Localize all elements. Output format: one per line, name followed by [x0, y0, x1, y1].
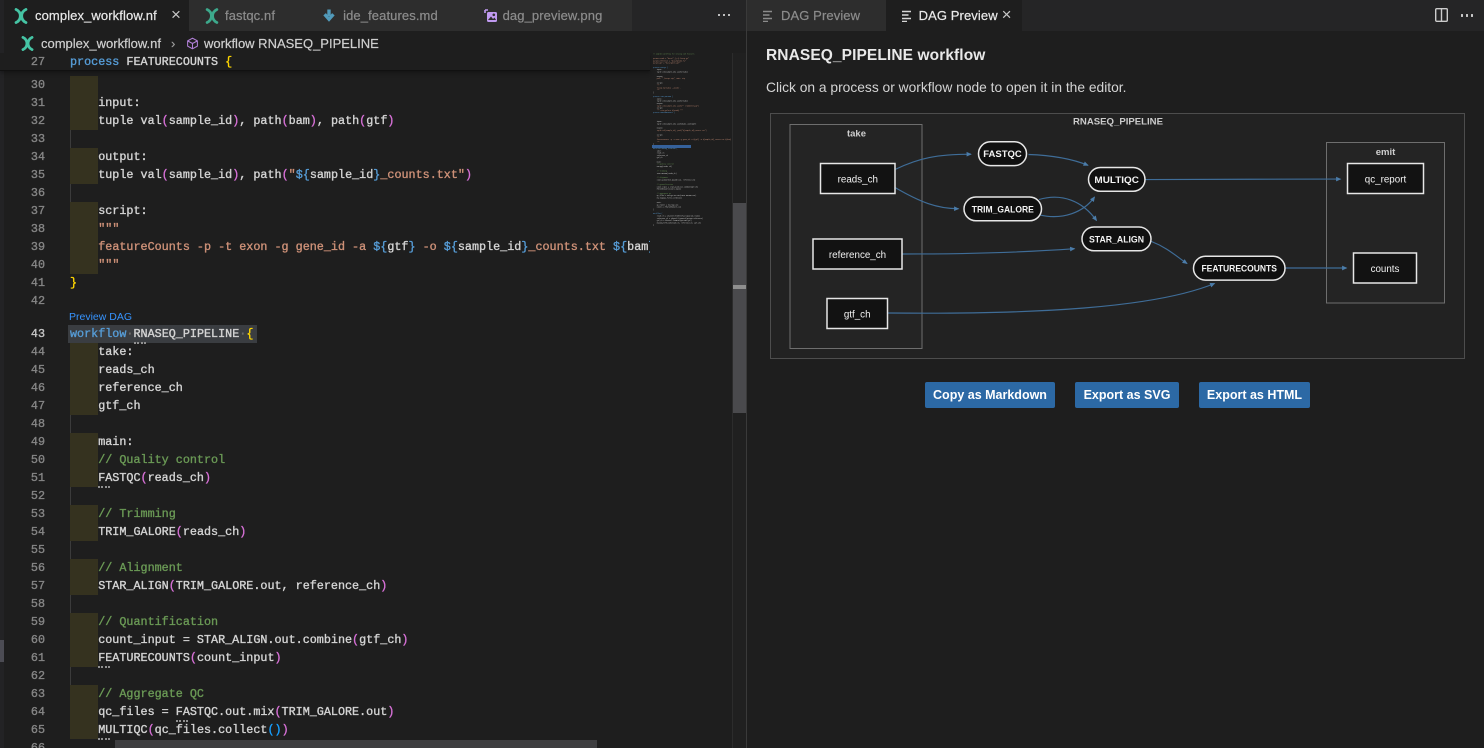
- svg-text:TRIM_GALORE: TRIM_GALORE: [972, 204, 1034, 214]
- svg-text:counts: counts: [1371, 264, 1400, 275]
- svg-text:FEATURECOUNTS: FEATURECOUNTS: [1201, 264, 1277, 274]
- svg-text:take: take: [847, 129, 866, 140]
- svg-text:RNASEQ_PIPELINE: RNASEQ_PIPELINE: [1073, 117, 1163, 127]
- svg-text:FASTQC: FASTQC: [983, 149, 1022, 159]
- svg-text:reads_ch: reads_ch: [838, 175, 878, 186]
- svg-text:reference_ch: reference_ch: [829, 250, 886, 261]
- svg-text:STAR_ALIGN: STAR_ALIGN: [1089, 234, 1144, 244]
- svg-text:gtf_ch: gtf_ch: [844, 310, 871, 321]
- svg-text:emit: emit: [1376, 147, 1396, 158]
- svg-text:qc_report: qc_report: [1365, 175, 1407, 186]
- svg-text:MULTIQC: MULTIQC: [1094, 175, 1139, 185]
